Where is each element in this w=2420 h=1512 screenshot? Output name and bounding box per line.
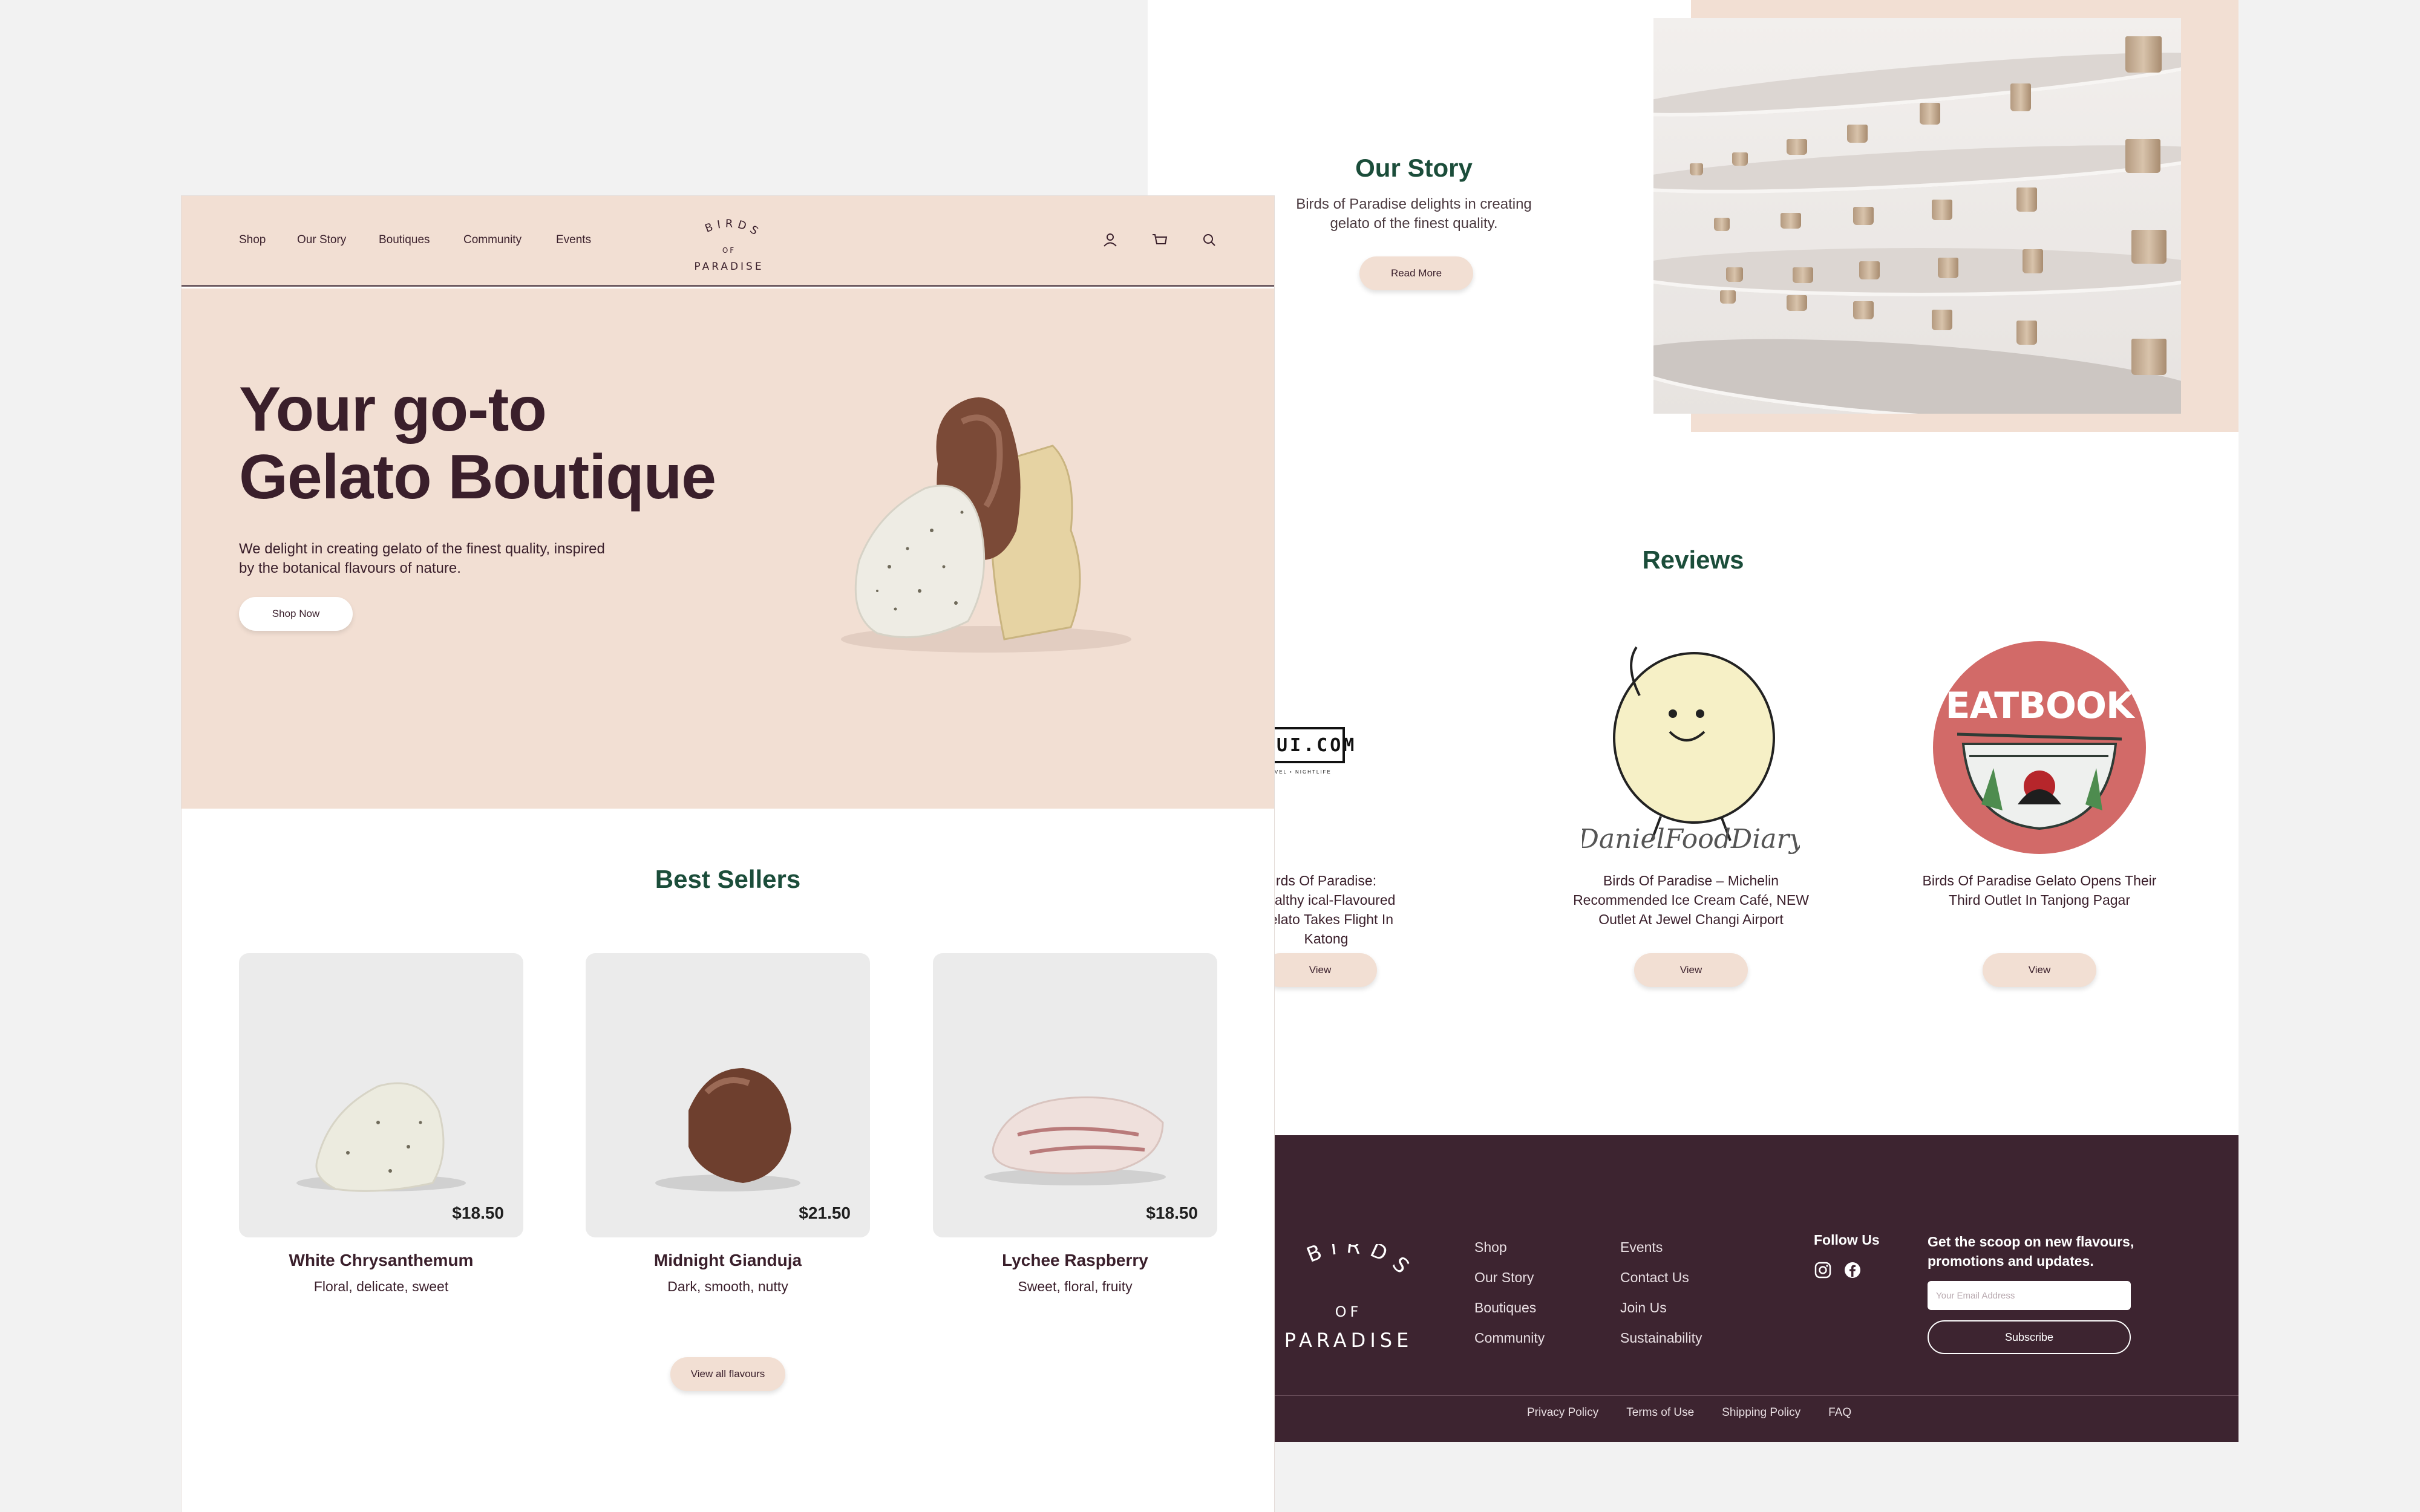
eatbook-logo: EATBOOK: [1931, 641, 2148, 859]
product-description: Sweet, floral, fruity: [1018, 1279, 1133, 1294]
product-card[interactable]: $18.50 White Chrysanthemum Floral, delic…: [239, 953, 523, 1295]
story-reviews-page: Our Story Birds of Paradise delights in …: [1148, 0, 2238, 1442]
footer-brand-logo: BIRDS OF PARADISE: [1284, 1244, 1419, 1352]
product-card[interactable]: $21.50 Midnight Gianduja Dark, smooth, n…: [586, 953, 870, 1295]
account-icon[interactable]: [1101, 231, 1119, 249]
hero-title: Your go-to Gelato Boutique: [239, 374, 716, 512]
footer-link-sustainability[interactable]: Sustainability: [1620, 1323, 1702, 1353]
review-card: DanielFoodDiary Birds Of Paradise – Mich…: [1564, 641, 1818, 987]
svg-text:DanielFoodDiary: DanielFoodDiary: [1582, 824, 1800, 855]
nav-link-community[interactable]: Community: [463, 233, 522, 247]
product-card[interactable]: $18.50 Lychee Raspberry Sweet, floral, f…: [933, 953, 1217, 1295]
site-footer: BIRDS OF PARADISE Shop Our Story Boutiqu…: [1273, 1135, 2238, 1442]
story-text: Birds of Paradise delights in creating g…: [1296, 196, 1532, 232]
top-navigation: Shop Our Story Boutiques Community Event…: [182, 196, 1274, 287]
footer-divider: [1273, 1395, 2238, 1396]
follow-us-heading: Follow Us: [1814, 1232, 1880, 1248]
shipping-policy-link[interactable]: Shipping Policy: [1722, 1406, 1800, 1419]
newsletter-heading: Get the scoop on new flavours, promotion…: [1928, 1234, 2134, 1269]
story-gallery-image: [1653, 18, 2181, 414]
footer-link-join-us[interactable]: Join Us: [1620, 1292, 1702, 1323]
product-name[interactable]: Lychee Raspberry: [933, 1251, 1217, 1270]
email-input[interactable]: [1928, 1281, 2131, 1310]
subscribe-button[interactable]: Subscribe: [1928, 1320, 2131, 1354]
home-page: Shop Our Story Boutiques Community Event…: [182, 196, 1274, 1512]
svg-text:OF: OF: [1335, 1303, 1362, 1320]
faq-link[interactable]: FAQ: [1828, 1406, 1851, 1419]
product-price: $21.50: [799, 1204, 851, 1222]
story-title: Our Story: [1355, 154, 1473, 182]
view-review-button[interactable]: View: [1263, 953, 1377, 987]
hero-gelato-image: [841, 397, 1131, 653]
nav-link-shop[interactable]: Shop: [239, 233, 266, 247]
brand-logo[interactable]: BIRDS OF PARADISE: [684, 217, 774, 275]
footer-column-2: Events Contact Us Join Us Sustainability: [1620, 1232, 1702, 1353]
nav-link-our-story[interactable]: Our Story: [297, 233, 346, 247]
review-text: Birds Of Paradise Gelato Opens Their Thi…: [1922, 873, 2157, 908]
view-review-button[interactable]: View: [1983, 953, 2096, 987]
nav-link-boutiques[interactable]: Boutiques: [379, 233, 430, 247]
hero-subtitle: We delight in creating gelato of the fin…: [239, 541, 605, 576]
product-name[interactable]: Midnight Gianduja: [586, 1251, 870, 1270]
shop-now-button[interactable]: Shop Now: [239, 597, 353, 631]
footer-column-1: Shop Our Story Boutiques Community: [1474, 1232, 1545, 1353]
view-all-flavours-button[interactable]: View all flavours: [670, 1357, 785, 1391]
product-name[interactable]: White Chrysanthemum: [239, 1251, 523, 1270]
product-image[interactable]: $21.50: [586, 953, 870, 1237]
svg-text:BIRDS: BIRDS: [703, 217, 764, 240]
read-more-button[interactable]: Read More: [1359, 256, 1473, 290]
legal-links: Privacy Policy Terms of Use Shipping Pol…: [1527, 1406, 1851, 1419]
product-price: $18.50: [452, 1204, 504, 1222]
reviews-title: Reviews: [1642, 546, 1744, 574]
danielfooddiary-logo: DanielFoodDiary: [1577, 641, 1805, 859]
hero-section: Your go-to Gelato Boutique We delight in…: [182, 288, 1274, 809]
product-image[interactable]: $18.50: [239, 953, 523, 1237]
svg-text:PARADISE: PARADISE: [1284, 1329, 1413, 1352]
footer-link-community[interactable]: Community: [1474, 1323, 1545, 1353]
footer-link-events[interactable]: Events: [1620, 1232, 1702, 1262]
facebook-icon[interactable]: [1843, 1261, 1862, 1279]
footer-link-our-story[interactable]: Our Story: [1474, 1262, 1545, 1292]
footer-link-contact-us[interactable]: Contact Us: [1620, 1262, 1702, 1292]
eatbook-wordmark: EATBOOK: [1945, 685, 2134, 727]
review-text: Birds Of Paradise – Michelin Recommended…: [1573, 873, 1809, 927]
search-icon[interactable]: [1200, 231, 1218, 249]
cart-icon[interactable]: [1151, 231, 1169, 249]
svg-text:PARADISE: PARADISE: [694, 261, 764, 273]
view-review-button[interactable]: View: [1634, 953, 1748, 987]
best-sellers-title: Best Sellers: [655, 865, 801, 893]
svg-text:OF: OF: [722, 246, 736, 255]
footer-link-boutiques[interactable]: Boutiques: [1474, 1292, 1545, 1323]
footer-link-shop[interactable]: Shop: [1474, 1232, 1545, 1262]
product-description: Floral, delicate, sweet: [313, 1279, 449, 1294]
product-image[interactable]: $18.50: [933, 953, 1217, 1237]
product-price: $18.50: [1146, 1204, 1198, 1222]
instagram-icon[interactable]: [1814, 1261, 1832, 1279]
review-card: EATBOOK Birds Of Paradise Gelato Opens T…: [1912, 641, 2167, 987]
privacy-policy-link[interactable]: Privacy Policy: [1527, 1406, 1598, 1419]
nav-link-events[interactable]: Events: [556, 233, 591, 247]
svg-text:BIRDS: BIRDS: [1303, 1244, 1419, 1285]
terms-of-use-link[interactable]: Terms of Use: [1626, 1406, 1694, 1419]
product-description: Dark, smooth, nutty: [667, 1279, 788, 1294]
